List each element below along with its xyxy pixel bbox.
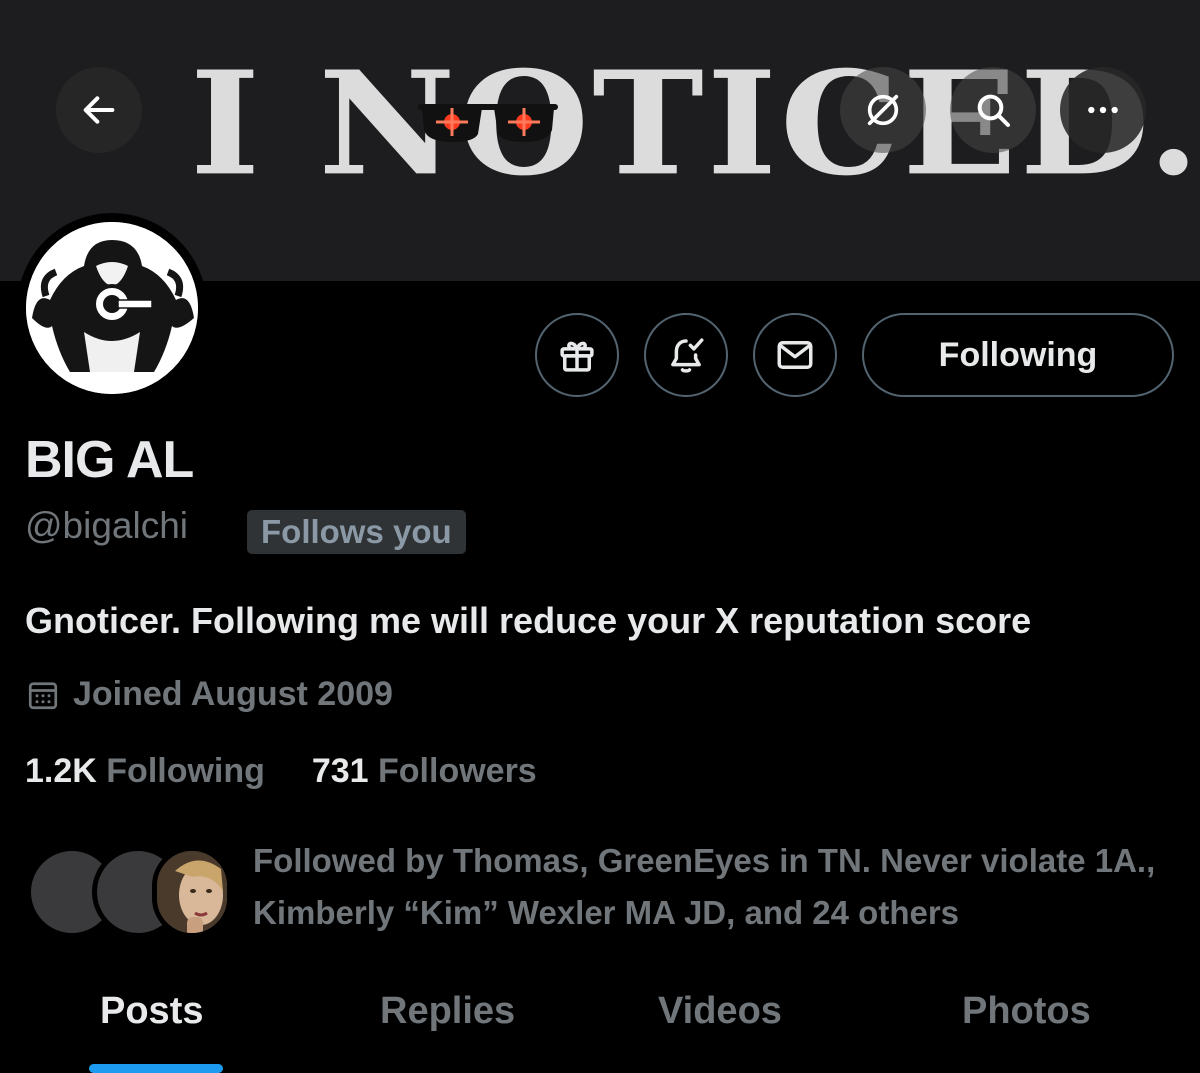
tab-photos[interactable]: Photos bbox=[962, 990, 1091, 1033]
grok-button[interactable] bbox=[840, 67, 926, 153]
follow-stats: 1.2K Following 731 Followers bbox=[25, 752, 537, 791]
gorilla-avatar-image bbox=[26, 222, 198, 394]
search-button[interactable] bbox=[950, 67, 1036, 153]
active-tab-indicator bbox=[89, 1064, 223, 1073]
message-button[interactable] bbox=[753, 313, 837, 397]
arrow-left-icon bbox=[83, 96, 115, 124]
following-label: Following bbox=[106, 752, 265, 790]
profile-handle: @bigalchi bbox=[25, 505, 189, 546]
followed-by-text[interactable]: Followed by Thomas, GreenEyes in TN. Nev… bbox=[253, 835, 1183, 939]
joined-text: Joined August 2009 bbox=[73, 675, 393, 713]
more-options-button[interactable] bbox=[1060, 67, 1146, 153]
tab-posts[interactable]: Posts bbox=[100, 990, 203, 1033]
follower-avatar[interactable] bbox=[152, 846, 232, 938]
gift-icon bbox=[560, 341, 594, 372]
following-count: 1.2K bbox=[25, 752, 97, 790]
following-button[interactable]: Following bbox=[862, 313, 1174, 397]
profile-bio: Gnoticer. Following me will reduce your … bbox=[25, 600, 1032, 641]
tab-videos[interactable]: Videos bbox=[658, 990, 782, 1033]
followers-label: Followers bbox=[378, 752, 537, 790]
gift-button[interactable] bbox=[535, 313, 619, 397]
search-icon bbox=[977, 94, 1010, 127]
followers-stat[interactable]: 731 Followers bbox=[302, 752, 537, 790]
avatar[interactable] bbox=[17, 213, 207, 403]
followers-count: 731 bbox=[311, 752, 369, 790]
grok-icon bbox=[867, 94, 899, 126]
joined-date: Joined August 2009 bbox=[25, 675, 393, 714]
sunglasses-icon bbox=[418, 104, 558, 142]
following-stat[interactable]: 1.2K Following bbox=[25, 752, 274, 790]
follower-photo-image bbox=[157, 851, 227, 933]
more-dots-icon bbox=[1088, 106, 1118, 114]
profile-name: BIG AL bbox=[25, 431, 194, 489]
follows-you-badge: Follows you bbox=[247, 510, 466, 554]
tab-replies[interactable]: Replies bbox=[380, 990, 515, 1033]
back-button[interactable] bbox=[56, 67, 142, 153]
notifications-button[interactable] bbox=[644, 313, 728, 397]
envelope-icon bbox=[777, 341, 813, 369]
calendar-icon bbox=[28, 681, 58, 709]
bell-check-icon bbox=[671, 338, 704, 373]
